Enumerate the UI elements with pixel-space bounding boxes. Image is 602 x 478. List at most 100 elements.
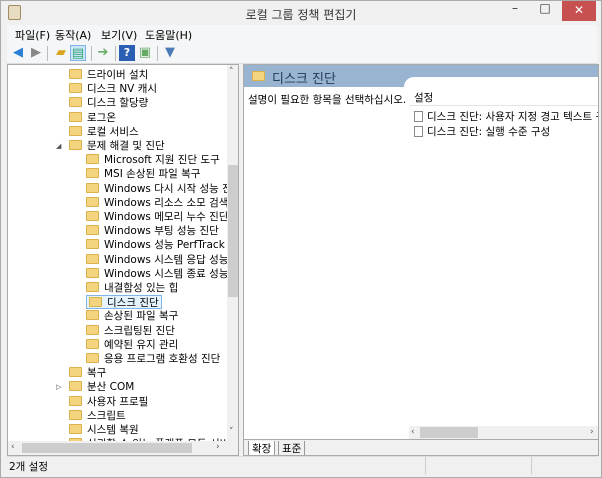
menu-help[interactable]: 도움말(H) [145, 27, 192, 43]
scroll-right-icon[interactable]: › [590, 427, 594, 437]
menu-view[interactable]: 보기(V) [101, 27, 137, 43]
filter-icon[interactable]: ▼ [162, 45, 178, 61]
details-title: 디스크 진단 [272, 72, 336, 87]
scroll-left-icon[interactable]: ‹ [11, 442, 15, 452]
folder-icon [69, 424, 82, 434]
expand-arrow-icon[interactable]: ▷ [56, 383, 61, 391]
folder-icon [69, 381, 82, 392]
policy-icon [414, 111, 423, 122]
view-tabs: 확장 표준 [244, 439, 598, 455]
folder-icon [86, 168, 99, 179]
tree-item[interactable]: Windows 시스템 응답 성능 진 [86, 253, 238, 267]
folder-icon [69, 125, 82, 136]
list-item[interactable]: 디스크 진단: 실행 수준 구성 [414, 124, 550, 139]
tree-item[interactable]: Windows 다시 시작 성능 진단 [86, 182, 238, 196]
details-pane: 디스크 진단 설명이 필요한 항목을 선택하십시오. 설정 디스크 진단: 사용… [243, 64, 599, 456]
scroll-thumb[interactable] [420, 427, 478, 438]
folder-icon [86, 211, 99, 221]
list-area-edge [404, 77, 598, 89]
export-list-icon[interactable]: ➔ [95, 45, 111, 61]
folder-icon [89, 297, 102, 308]
tree-item[interactable]: 분산 COM [69, 380, 134, 394]
folder-icon [69, 111, 82, 122]
tree-item[interactable]: 드라이버 설치 [69, 68, 148, 82]
folder-icon [86, 182, 99, 193]
folder-icon [252, 71, 265, 81]
close-button[interactable]: ✕ [562, 1, 596, 21]
scroll-up-icon[interactable]: ˄ [229, 67, 234, 77]
minimize-button[interactable]: – [501, 1, 529, 21]
folder-icon [69, 367, 82, 378]
tree-item[interactable]: 로컬 서비스 [69, 125, 139, 139]
tree-item[interactable]: 복구 [69, 366, 106, 380]
folder-icon [86, 324, 99, 335]
list-horizontal-scrollbar[interactable]: ‹ › [409, 426, 598, 439]
folder-icon [86, 239, 99, 250]
tree-item[interactable]: 로그온 [69, 111, 116, 125]
tree-item[interactable]: MSI 손상된 파일 복구 [86, 167, 200, 181]
scroll-thumb[interactable] [228, 165, 238, 297]
tree-item[interactable]: 디스크 진단 [86, 295, 162, 310]
column-header-setting[interactable]: 설정 [414, 90, 433, 105]
show-hide-tree-icon[interactable]: ▤ [70, 45, 86, 61]
forward-icon[interactable]: ▶ [28, 45, 44, 61]
tree-item[interactable]: 손상된 파일 복구 [86, 309, 178, 323]
tab-extended[interactable]: 확장 [248, 441, 276, 455]
tree-item[interactable]: 예약된 유지 관리 [86, 338, 178, 352]
collapse-arrow-icon[interactable]: ◢ [56, 142, 61, 150]
window: 로컬 그룹 정책 편집기 – □ ✕ 파일(F) 동작(A) 보기(V) 도움말… [0, 0, 602, 478]
tree-horizontal-scrollbar[interactable]: ‹ › [8, 441, 238, 455]
status-bar: 2개 설정 [7, 456, 597, 474]
tree-pane: 드라이버 설치 디스크 NV 캐시 디스크 할당량 로그온 로컬 서비스 ◢ 문제 해결 및… [7, 64, 239, 456]
folder-icon [69, 69, 82, 79]
folder-icon [86, 338, 99, 349]
up-folder-icon[interactable]: ▰ [53, 45, 69, 61]
scroll-left-icon[interactable]: ‹ [411, 427, 415, 437]
tree-item[interactable]: Windows 리소스 소모 검색 및 [86, 196, 238, 210]
tab-standard[interactable]: 표준 [278, 441, 306, 455]
folder-icon [86, 282, 99, 292]
tree-item[interactable]: Windows 부팅 성능 진단 [86, 224, 219, 238]
folder-icon [69, 409, 82, 420]
folder-icon [69, 395, 82, 406]
show-action-pane-icon[interactable]: ▣ [137, 45, 153, 61]
tree-item[interactable]: 내결함성 있는 힙 [86, 281, 178, 295]
scroll-right-icon[interactable]: › [216, 442, 220, 452]
folder-icon [86, 225, 99, 236]
scroll-down-icon[interactable]: ˅ [229, 427, 234, 437]
status-text: 2개 설정 [9, 461, 48, 473]
folder-icon [86, 353, 99, 363]
title-bar: 로컬 그룹 정책 편집기 – □ ✕ [1, 1, 601, 25]
folder-icon [86, 253, 99, 264]
list-item[interactable]: 디스크 진단: 사용자 지정 경고 텍스트 구 [414, 109, 598, 124]
folder-icon [86, 154, 99, 165]
maximize-button[interactable]: □ [531, 1, 559, 21]
folder-icon [69, 97, 82, 108]
policy-icon [414, 126, 423, 137]
tree-item[interactable]: 문제 해결 및 진단 [69, 139, 165, 153]
tree-item[interactable]: 스크립팅된 진단 [86, 324, 175, 338]
tree-item[interactable]: 사용자 프로필 [69, 395, 148, 409]
tree-item[interactable]: 응용 프로그램 호환성 진단 [86, 352, 220, 366]
toolbar: ◀ ▶ ▰ ▤ ➔ ? ▣ ▼ [7, 42, 597, 64]
folder-icon [86, 196, 99, 207]
tree-item[interactable]: 스크립트 [69, 409, 126, 423]
tree-vertical-scrollbar[interactable]: ˄ ˅ [227, 65, 238, 441]
tree-item[interactable]: 디스크 할당량 [69, 96, 148, 110]
tree-item[interactable]: Windows 성능 PerfTrack [86, 238, 225, 252]
back-icon[interactable]: ◀ [10, 45, 26, 61]
folder-icon [86, 310, 99, 321]
menu-bar: 파일(F) 동작(A) 보기(V) 도움말(H) [7, 25, 597, 42]
menu-action[interactable]: 동작(A) [55, 27, 91, 43]
tree-item[interactable]: Windows 메모리 누수 진단 [86, 210, 229, 224]
scroll-thumb[interactable] [22, 443, 192, 453]
help-icon[interactable]: ? [119, 45, 135, 61]
menu-file[interactable]: 파일(F) [15, 27, 50, 43]
tree-item[interactable]: Windows 시스템 종료 성능 진 [86, 267, 238, 281]
tree-item[interactable]: 시스템 복원 [69, 423, 139, 437]
tree-item[interactable]: 디스크 NV 캐시 [69, 82, 157, 96]
folder-icon [69, 140, 82, 150]
tree-item[interactable]: Microsoft 지원 진단 도구 [86, 153, 220, 167]
description-text: 설명이 필요한 항목을 선택하십시오. [248, 94, 407, 106]
folder-icon [86, 267, 99, 278]
